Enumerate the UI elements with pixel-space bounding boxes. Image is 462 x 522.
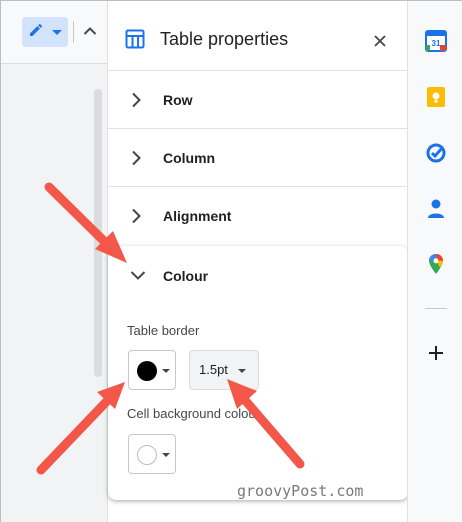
section-row[interactable]: Row	[108, 71, 408, 129]
table-properties-panel: Table properties Row Column Alignment Co…	[107, 1, 408, 522]
panel-header: Table properties	[108, 1, 408, 71]
chevron-up-icon	[83, 23, 97, 41]
chevron-right-icon	[130, 208, 142, 229]
side-panel-divider	[425, 308, 447, 309]
panel-title: Table properties	[160, 29, 289, 49]
editing-mode-button[interactable]	[22, 17, 68, 47]
table-border-label: Table border	[127, 323, 200, 338]
contacts-icon[interactable]	[425, 197, 447, 219]
dropdown-arrow-icon	[162, 453, 170, 457]
maps-icon[interactable]	[425, 253, 447, 275]
colour-swatch	[137, 445, 157, 465]
cell-background-label: Cell background colour	[127, 406, 259, 421]
section-label: Row	[163, 92, 193, 108]
tasks-icon[interactable]	[425, 142, 447, 164]
document-page	[1, 63, 107, 522]
add-icon[interactable]	[425, 342, 447, 364]
colour-swatch	[137, 361, 157, 381]
close-button[interactable]	[370, 31, 390, 51]
chevron-down-icon	[52, 23, 62, 41]
side-panel: 31	[407, 1, 462, 522]
calendar-icon[interactable]: 31	[425, 30, 447, 52]
pencil-icon	[28, 22, 44, 43]
dropdown-arrow-icon	[238, 369, 246, 373]
border-colour-dropdown[interactable]	[128, 350, 176, 390]
keep-icon[interactable]	[425, 86, 447, 108]
document-toolbar	[1, 1, 107, 63]
section-label: Column	[163, 150, 216, 166]
calendar-day: 31	[432, 39, 441, 48]
toolbar-divider	[73, 21, 74, 43]
section-colour: Colour Table border 1.5pt Cell backgroun…	[108, 246, 408, 500]
close-icon	[370, 35, 390, 55]
hide-menus-button[interactable]	[79, 19, 101, 45]
section-alignment[interactable]: Alignment	[108, 187, 408, 245]
border-width-value: 1.5pt	[199, 362, 228, 377]
chevron-down-icon[interactable]	[130, 268, 146, 286]
section-label: Alignment	[163, 208, 232, 224]
chevron-right-icon	[130, 92, 142, 113]
document-scrollbar[interactable]	[94, 89, 102, 377]
cell-background-dropdown[interactable]	[128, 434, 176, 474]
section-column[interactable]: Column	[108, 129, 408, 187]
dropdown-arrow-icon	[162, 369, 170, 373]
section-label[interactable]: Colour	[163, 268, 208, 284]
watermark: groovyPost.com	[237, 482, 364, 500]
table-icon	[125, 29, 145, 54]
border-width-dropdown[interactable]: 1.5pt	[189, 350, 259, 390]
document-area	[1, 1, 107, 522]
chevron-right-icon	[130, 150, 142, 171]
